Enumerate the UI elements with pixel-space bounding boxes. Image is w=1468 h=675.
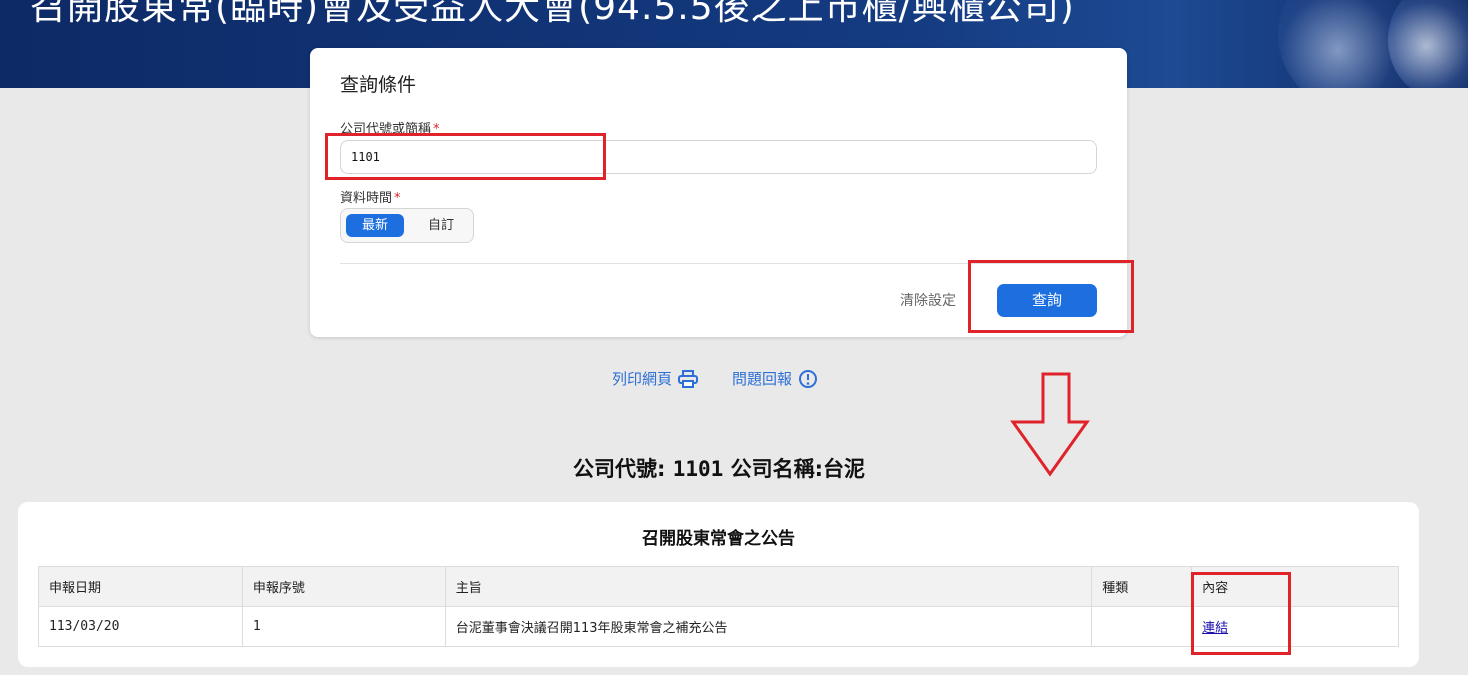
cell-seq: 1 (241, 606, 446, 647)
printer-icon (678, 369, 699, 388)
content-link[interactable]: 連結 (1202, 621, 1228, 636)
required-mark: * (394, 191, 401, 206)
header-content: 內容 (1191, 566, 1399, 607)
query-card-title: 查詢條件 (340, 74, 417, 96)
search-button[interactable]: 查詢 (997, 284, 1097, 317)
cell-date: 113/03/20 (38, 606, 243, 647)
header-seq: 申報序號 (241, 566, 446, 607)
company-name-value: 公司名稱:台泥 (730, 457, 865, 481)
cell-type (1091, 606, 1193, 647)
latest-option[interactable]: 最新 (346, 214, 404, 237)
report-issue-link[interactable]: 問題回報 (732, 368, 818, 389)
result-heading: 公司代號: 1101 公司名稱:台泥 (572, 457, 865, 481)
header-date: 申報日期 (38, 566, 243, 607)
results-table: 申報日期 申報序號 主旨 種類 內容 113/03/20 1 台泥董事會決議召開… (38, 566, 1399, 647)
header-type: 種類 (1091, 566, 1193, 607)
print-page-link[interactable]: 列印網頁 (612, 368, 699, 389)
data-time-toggle: 最新 自訂 (340, 208, 474, 243)
company-code-label: 公司代號或簡稱 * (340, 122, 440, 137)
cell-subject: 台泥董事會決議召開113年股東常會之補充公告 (444, 606, 1093, 647)
company-code-value: 1101 (672, 457, 724, 481)
clear-settings-button[interactable]: 清除設定 (900, 290, 956, 310)
custom-option[interactable]: 自訂 (412, 214, 470, 237)
banner-decoration (1388, 0, 1468, 88)
header-subject: 主旨 (444, 566, 1093, 607)
results-title: 召開股東常會之公告 (642, 529, 795, 549)
query-card: 查詢條件 公司代號或簡稱* 資料時間* 最新 自訂 清除設定 查詢 (310, 48, 1127, 337)
table-row: 113/03/20 1 台泥董事會決議召開113年股東常會之補充公告 連結 (38, 606, 1399, 647)
company-code-input[interactable] (340, 140, 1097, 174)
table-header-row: 申報日期 申報序號 主旨 種類 內容 (38, 566, 1399, 607)
results-panel: 召開股東常會之公告 申報日期 申報序號 主旨 種類 內容 113/03/20 1… (18, 502, 1419, 667)
card-divider (340, 263, 1127, 264)
data-time-label: 資料時間 * (340, 191, 401, 206)
page-title: 召開股東常(臨時)會及受益人大會(94.5.5後之上市櫃/興櫃公司) (30, 0, 1075, 28)
cell-content: 連結 (1191, 606, 1399, 647)
down-arrow-annotation (1010, 372, 1090, 477)
required-mark: * (433, 122, 440, 137)
alert-circle-icon (799, 369, 818, 388)
